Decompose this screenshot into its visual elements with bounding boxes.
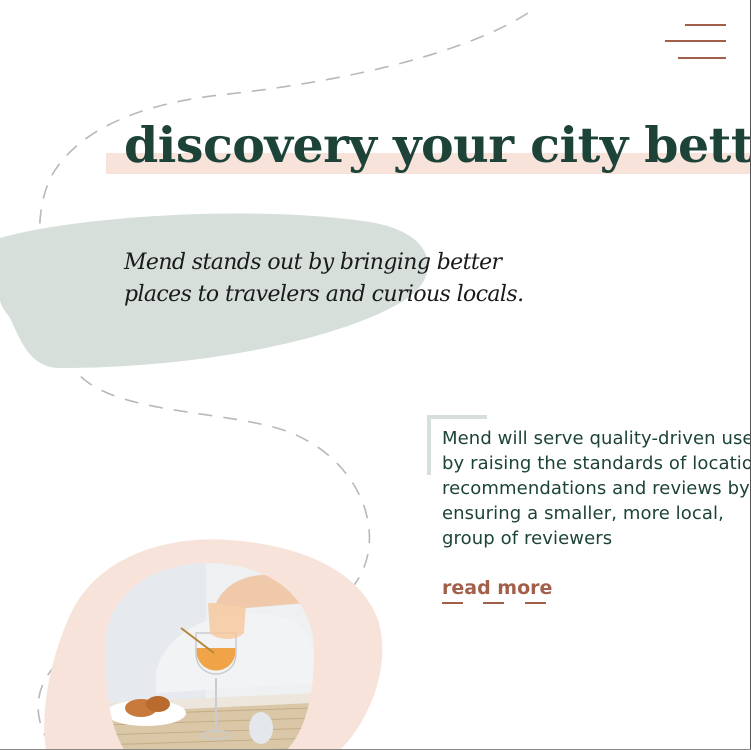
page: discovery your city better Mend stands o… [0, 0, 751, 750]
tagline: Mend stands out by bringing better place… [124, 250, 524, 307]
quote-bracket-side [427, 415, 431, 475]
quote-bracket-top [427, 415, 487, 419]
menu-bar-top [685, 24, 726, 26]
read-more-underline-2 [483, 602, 504, 604]
read-more-underline-3 [525, 602, 546, 604]
drink-and-pastries-photo [105, 563, 315, 750]
about-text: Mend will serve quality-driven users by … [442, 428, 751, 549]
menu-bar-middle [665, 40, 726, 42]
page-title: discovery your city better [124, 116, 751, 174]
read-more-underline-1 [442, 602, 463, 604]
read-more-link[interactable]: read more [442, 575, 552, 601]
hamburger-menu-icon[interactable] [660, 18, 732, 64]
menu-bar-bottom [678, 57, 726, 59]
